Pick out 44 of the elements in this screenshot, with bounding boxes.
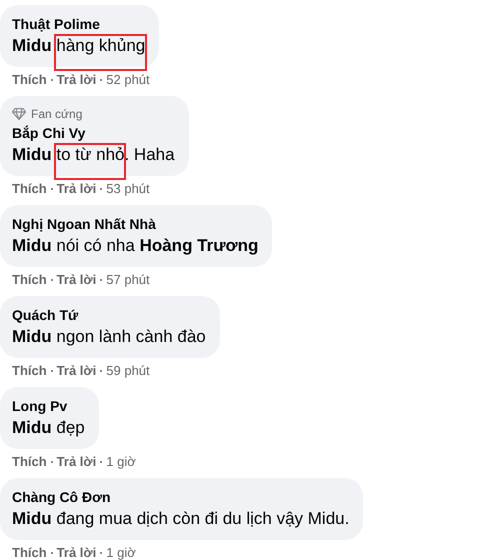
reply-link[interactable]: Trả lời <box>56 72 96 88</box>
author-name[interactable]: Nghị Ngoan Nhất Nhà <box>12 214 258 234</box>
comment-time: 53 phút <box>106 181 150 197</box>
separator-dot <box>50 461 53 463</box>
author-name[interactable]: Long Pv <box>12 396 85 416</box>
like-link[interactable]: Thích <box>12 272 47 288</box>
like-link[interactable]: Thích <box>12 181 47 197</box>
comment-time: 57 phút <box>106 272 150 288</box>
comment-text: Midu đẹp <box>12 417 85 439</box>
reply-link[interactable]: Trả lời <box>56 545 96 560</box>
author-name[interactable]: Bắp Chi Vy <box>12 123 175 143</box>
comment-text: Midu đang mua dịch còn đi du lịch vậy Midu. <box>12 508 350 530</box>
reply-link[interactable]: Trả lời <box>56 272 96 288</box>
separator-dot <box>50 552 53 554</box>
separator-dot <box>100 79 102 81</box>
comment-text: Midu ngon lành cành đào <box>12 326 206 348</box>
reply-link[interactable]: Trả lời <box>56 363 96 379</box>
separator-dot <box>50 370 53 372</box>
reply-link[interactable]: Trả lời <box>56 181 96 197</box>
separator-dot <box>100 188 102 190</box>
separator-dot <box>100 461 102 463</box>
comment-text: Midu hàng khủng <box>12 35 146 57</box>
like-link[interactable]: Thích <box>12 72 47 88</box>
author-name[interactable]: Quách Tứ <box>12 305 206 325</box>
separator-dot <box>100 279 102 281</box>
author-name[interactable]: Thuật Polime <box>12 14 146 34</box>
comment-time: 59 phút <box>106 363 150 379</box>
separator-dot <box>50 79 53 81</box>
like-link[interactable]: Thích <box>12 454 47 470</box>
like-link[interactable]: Thích <box>12 363 47 379</box>
comment-time: 1 giờ <box>106 545 136 560</box>
separator-dot <box>100 552 102 554</box>
separator-dot <box>50 188 53 190</box>
comment-text: Midu nói có nha Hoàng Trương <box>12 235 258 257</box>
reply-link[interactable]: Trả lời <box>56 454 96 470</box>
badge-label: Fan cứng <box>31 106 82 123</box>
separator-dot <box>50 279 53 281</box>
comment-text: Midu to từ nhỏ. Haha <box>12 144 175 166</box>
separator-dot <box>100 370 102 372</box>
diamond-icon <box>12 108 26 120</box>
like-link[interactable]: Thích <box>12 545 47 560</box>
author-name[interactable]: Chàng Cô Đơn <box>12 487 350 507</box>
comment-time: 52 phút <box>106 72 150 88</box>
comment-time: 1 giờ <box>106 454 136 470</box>
